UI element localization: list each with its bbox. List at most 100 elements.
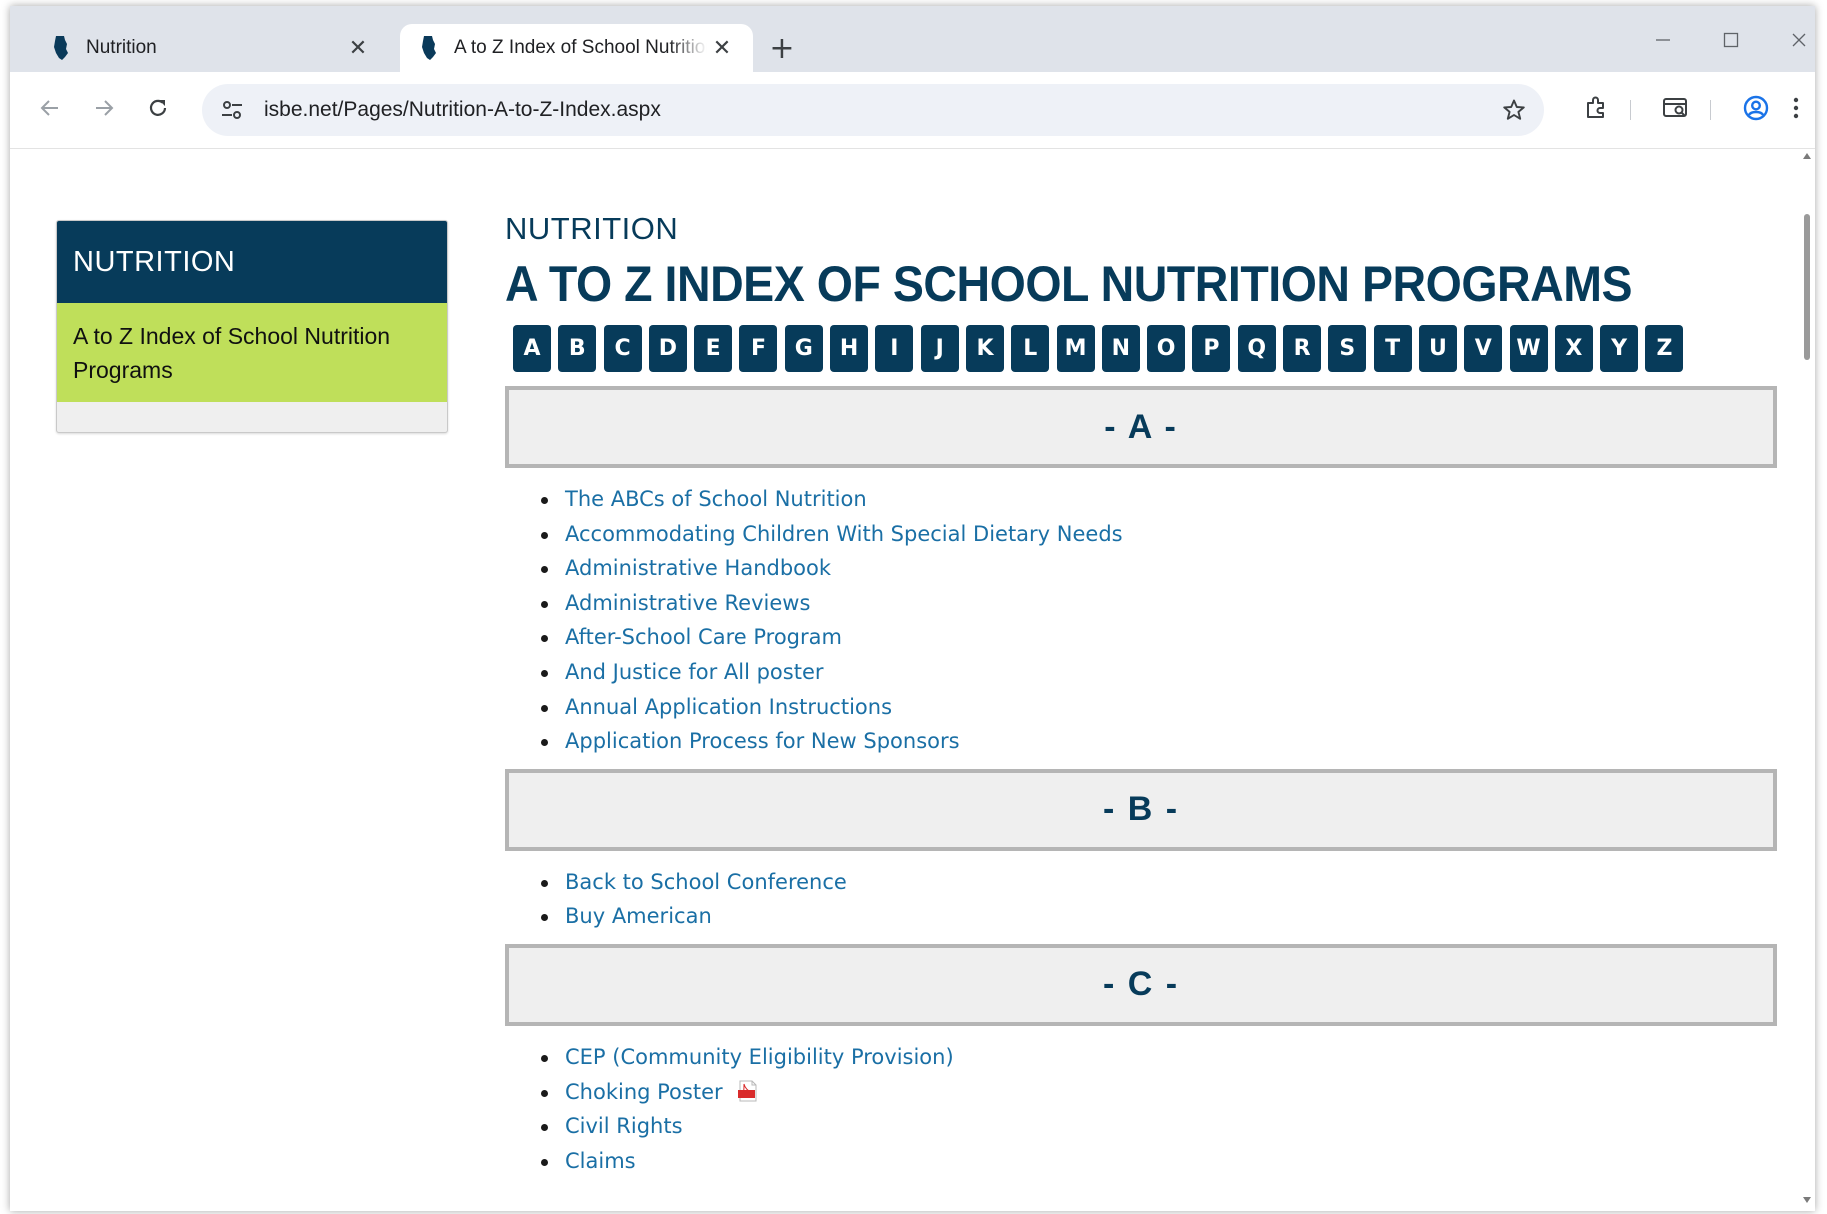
- bookmark-star-icon[interactable]: [1498, 94, 1530, 126]
- list-item: After-School Care Program: [541, 620, 1780, 655]
- letter-button-d[interactable]: D: [648, 325, 687, 372]
- letter-button-s[interactable]: S: [1328, 325, 1367, 372]
- letter-button-w[interactable]: W: [1509, 325, 1548, 372]
- link-list: CEP (Community Eligibility Provision) Cho…: [505, 1040, 1780, 1178]
- sidebar-item-a-to-z-index[interactable]: A to Z Index of School Nutrition Program…: [57, 303, 447, 402]
- letter-button-m[interactable]: M: [1056, 325, 1095, 372]
- tab-nutrition[interactable]: Nutrition ✕: [32, 24, 389, 72]
- index-link[interactable]: Civil Rights: [565, 1114, 683, 1138]
- profile-avatar-icon[interactable]: [1734, 86, 1778, 130]
- new-tab-button[interactable]: +: [762, 28, 802, 68]
- url-text[interactable]: isbe.net/Pages/Nutrition-A-to-Z-Index.as…: [264, 84, 661, 136]
- site-settings-icon[interactable]: [218, 96, 246, 124]
- tab-a-to-z-index[interactable]: A to Z Index of School Nutrition Program…: [400, 24, 753, 72]
- index-link[interactable]: After-School Care Program: [565, 625, 842, 649]
- letter-button-y[interactable]: Y: [1600, 325, 1639, 372]
- tab-title: Nutrition: [86, 37, 157, 58]
- letter-button-t[interactable]: T: [1373, 325, 1412, 372]
- extensions-puzzle-icon[interactable]: [1574, 86, 1618, 130]
- sidebar-nav: NUTRITION A to Z Index of School Nutriti…: [56, 220, 448, 433]
- list-item: Claims: [541, 1144, 1780, 1179]
- letter-button-f[interactable]: F: [739, 325, 778, 372]
- reload-icon[interactable]: [136, 86, 180, 130]
- close-icon[interactable]: ✕: [707, 33, 737, 63]
- window-close-icon[interactable]: [1774, 20, 1815, 60]
- letter-button-i[interactable]: I: [875, 325, 914, 372]
- letter-button-g[interactable]: G: [784, 325, 823, 372]
- index-link[interactable]: Claims: [565, 1149, 636, 1173]
- index-link[interactable]: Annual Application Instructions: [565, 695, 892, 719]
- letter-button-v[interactable]: V: [1464, 325, 1503, 372]
- main-content: NUTRITION A TO Z INDEX OF SCHOOL NUTRITI…: [505, 211, 1780, 1178]
- letter-button-z[interactable]: Z: [1645, 325, 1684, 372]
- index-link[interactable]: Administrative Handbook: [565, 556, 831, 580]
- letter-button-j[interactable]: J: [920, 325, 959, 372]
- letter-index-nav: ABCDEFGHIJKLMNOPQRSTUVWXYZ: [513, 325, 1780, 372]
- link-list: Back to School Conference Buy American: [505, 865, 1780, 934]
- letter-button-n[interactable]: N: [1101, 325, 1140, 372]
- scroll-up-icon[interactable]: [1803, 153, 1811, 159]
- illinois-state-icon: [422, 36, 436, 60]
- letter-button-h[interactable]: H: [830, 325, 869, 372]
- section-heading: - C -: [505, 943, 1777, 1026]
- minimize-icon[interactable]: [1638, 20, 1688, 60]
- index-link[interactable]: CEP (Community Eligibility Provision): [565, 1045, 954, 1069]
- scroll-down-icon[interactable]: [1803, 1197, 1811, 1203]
- letter-button-l[interactable]: L: [1011, 325, 1050, 372]
- list-item: CEP (Community Eligibility Provision): [541, 1040, 1780, 1075]
- tab-strip: Nutrition ✕ A to Z Index of School Nutri…: [10, 6, 1815, 72]
- page-title: A TO Z INDEX OF SCHOOL NUTRITION PROGRAM…: [505, 256, 1633, 312]
- page-content: NUTRITION A to Z Index of School Nutriti…: [10, 149, 1800, 1211]
- list-item: Back to School Conference: [541, 865, 1780, 900]
- letter-button-p[interactable]: P: [1192, 325, 1231, 372]
- list-item: Annual Application Instructions: [541, 690, 1780, 725]
- sidebar-heading: NUTRITION: [57, 221, 447, 303]
- page-scrollbar[interactable]: [1800, 149, 1815, 1211]
- maximize-icon[interactable]: [1706, 20, 1756, 60]
- index-link[interactable]: Application Process for New Sponsors: [565, 729, 960, 753]
- close-icon[interactable]: ✕: [343, 33, 373, 63]
- list-item: Application Process for New Sponsors: [541, 724, 1780, 759]
- index-link[interactable]: The ABCs of School Nutrition: [565, 487, 867, 511]
- index-link[interactable]: Back to School Conference: [565, 870, 847, 894]
- index-link[interactable]: Administrative Reviews: [565, 591, 810, 615]
- more-menu-icon[interactable]: [1784, 86, 1808, 130]
- list-item: Civil Rights: [541, 1109, 1780, 1144]
- forward-arrow-icon[interactable]: [82, 86, 126, 130]
- list-item: The ABCs of School Nutrition: [541, 482, 1780, 517]
- scrollbar-thumb[interactable]: [1804, 214, 1810, 360]
- section-heading: - A -: [505, 386, 1777, 468]
- tab-search-icon[interactable]: [1654, 86, 1698, 130]
- browser-toolbar: isbe.net/Pages/Nutrition-A-to-Z-Index.as…: [10, 72, 1815, 149]
- letter-button-q[interactable]: Q: [1237, 325, 1276, 372]
- section-eyebrow: NUTRITION: [505, 211, 679, 246]
- list-item: Accommodating Children With Special Diet…: [541, 517, 1780, 552]
- letter-button-c[interactable]: C: [603, 325, 642, 372]
- list-item: Administrative Handbook: [541, 551, 1780, 586]
- index-sections: - A - The ABCs of School Nutrition Accommo…: [505, 386, 1780, 1178]
- link-list: The ABCs of School Nutrition Accommodatin…: [505, 482, 1780, 759]
- letter-button-r[interactable]: R: [1283, 325, 1322, 372]
- address-bar[interactable]: isbe.net/Pages/Nutrition-A-to-Z-Index.as…: [202, 84, 1544, 136]
- section-heading: - B -: [505, 768, 1777, 851]
- list-item: Choking Poster: [541, 1075, 1780, 1110]
- pdf-icon: [737, 1080, 757, 1102]
- letter-button-o[interactable]: O: [1147, 325, 1186, 372]
- letter-button-b[interactable]: B: [558, 325, 597, 372]
- letter-button-k[interactable]: K: [965, 325, 1004, 372]
- index-link[interactable]: Buy American: [565, 904, 712, 928]
- index-link[interactable]: Accommodating Children With Special Diet…: [565, 522, 1123, 546]
- list-item: And Justice for All poster: [541, 655, 1780, 690]
- index-link[interactable]: And Justice for All poster: [565, 660, 824, 684]
- browser-window: Nutrition ✕ A to Z Index of School Nutri…: [10, 6, 1815, 1211]
- index-link[interactable]: Choking Poster: [565, 1080, 723, 1104]
- list-item: Buy American: [541, 899, 1780, 934]
- back-arrow-icon[interactable]: [28, 86, 72, 130]
- letter-button-a[interactable]: A: [513, 325, 551, 372]
- tab-title: A to Z Index of School Nutrition Program…: [454, 37, 707, 58]
- illinois-state-icon: [54, 36, 68, 60]
- letter-button-e[interactable]: E: [694, 325, 733, 372]
- list-item: Administrative Reviews: [541, 586, 1780, 621]
- letter-button-u[interactable]: U: [1418, 325, 1457, 372]
- letter-button-x[interactable]: X: [1554, 325, 1593, 372]
